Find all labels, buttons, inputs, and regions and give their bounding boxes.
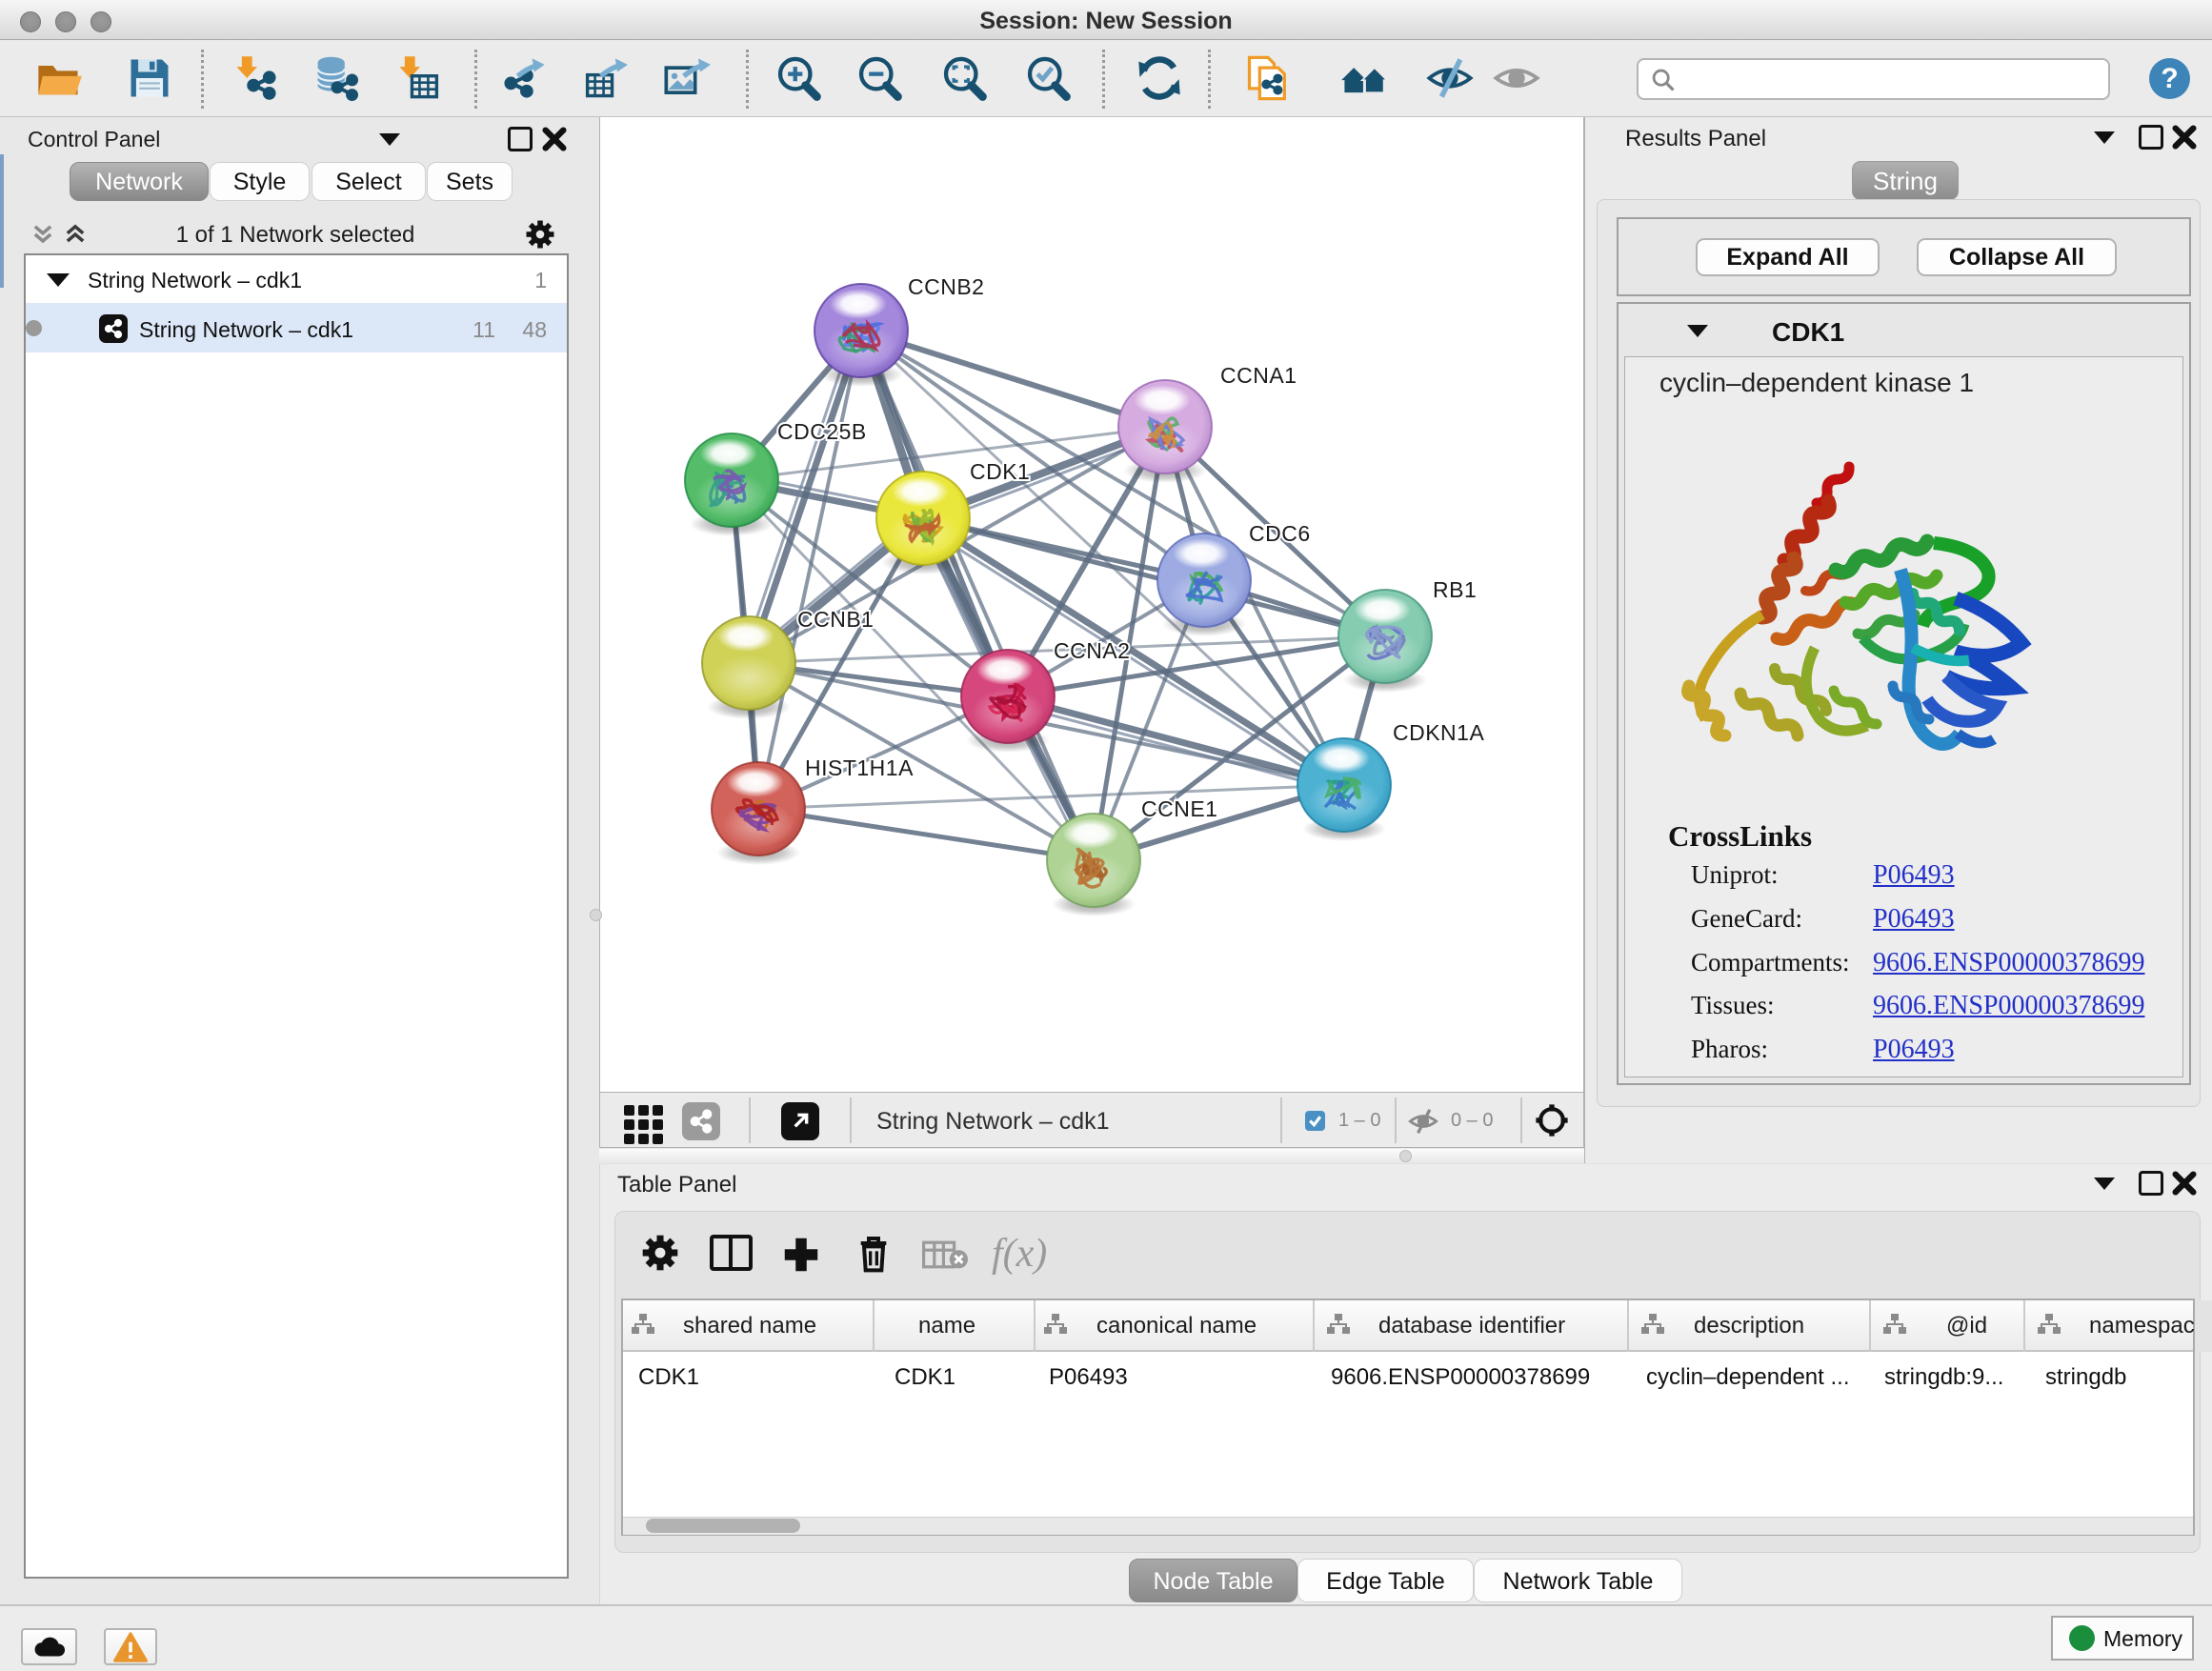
- svg-text:CCNA1: CCNA1: [1220, 363, 1297, 388]
- svg-text:CDK1: CDK1: [970, 459, 1030, 484]
- svg-text:CCNB1: CCNB1: [797, 607, 874, 632]
- svg-text:CDC25B: CDC25B: [777, 419, 867, 444]
- svg-text:CDC6: CDC6: [1249, 521, 1311, 546]
- svg-text:CDKN1A: CDKN1A: [1393, 720, 1484, 745]
- svg-text:CCNE1: CCNE1: [1141, 796, 1217, 821]
- svg-text:CCNB2: CCNB2: [908, 274, 984, 299]
- svg-text:HIST1H1A: HIST1H1A: [805, 755, 914, 780]
- svg-text:CCNA2: CCNA2: [1054, 638, 1130, 663]
- svg-text:RB1: RB1: [1433, 577, 1477, 602]
